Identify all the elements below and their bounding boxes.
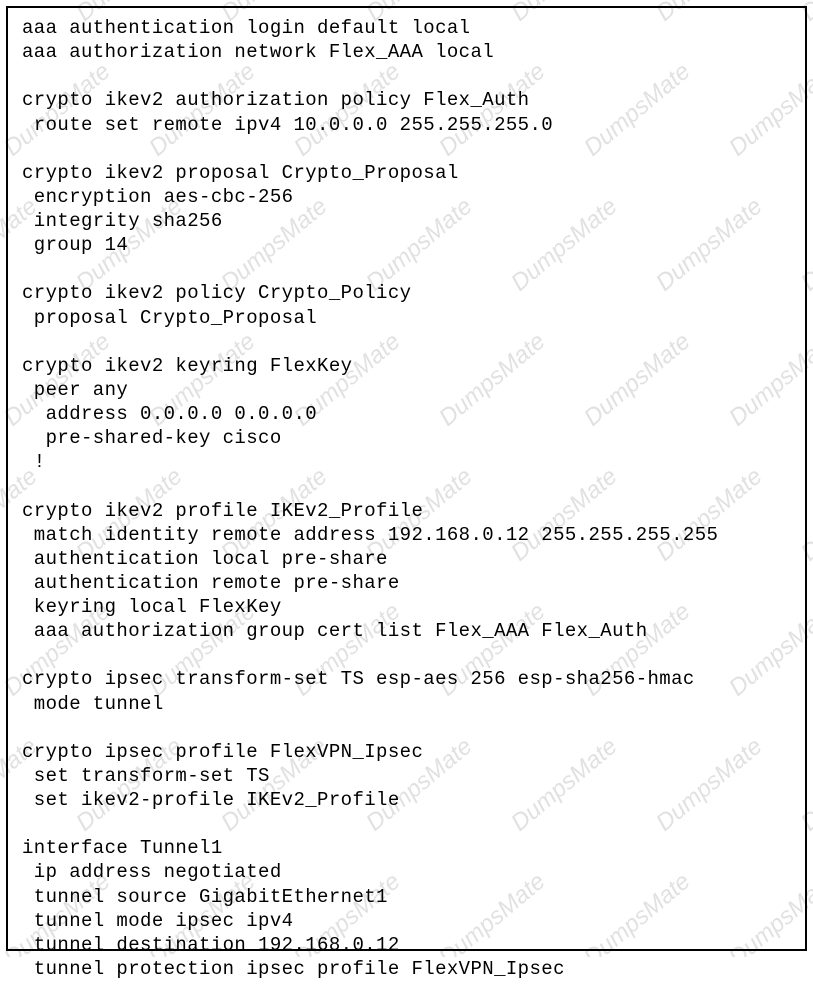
config-line	[22, 716, 791, 740]
config-line: tunnel mode ipsec ipv4	[22, 909, 791, 933]
config-line: tunnel protection ipsec profile FlexVPN_…	[22, 957, 791, 981]
config-line: proposal Crypto_Proposal	[22, 306, 791, 330]
config-line	[22, 474, 791, 498]
config-line	[22, 812, 791, 836]
config-line: route set remote ipv4 10.0.0.0 255.255.2…	[22, 113, 791, 137]
config-content: aaa authentication login default localaa…	[8, 8, 805, 989]
config-line: encryption aes-cbc-256	[22, 185, 791, 209]
config-line: set transform-set TS	[22, 764, 791, 788]
config-line: authentication local pre-share	[22, 547, 791, 571]
config-line	[22, 137, 791, 161]
config-line: crypto ipsec transform-set TS esp-aes 25…	[22, 667, 791, 691]
config-box: aaa authentication login default localaa…	[6, 6, 807, 951]
config-line: tunnel source GigabitEthernet1	[22, 885, 791, 909]
config-line: crypto ikev2 proposal Crypto_Proposal	[22, 161, 791, 185]
config-line: aaa authorization group cert list Flex_A…	[22, 619, 791, 643]
config-line: tunnel destination 192.168.0.12	[22, 933, 791, 957]
config-line: !	[22, 450, 791, 474]
config-line: address 0.0.0.0 0.0.0.0	[22, 402, 791, 426]
config-line: mode tunnel	[22, 692, 791, 716]
config-line: crypto ipsec profile FlexVPN_Ipsec	[22, 740, 791, 764]
config-line: crypto ikev2 policy Crypto_Policy	[22, 281, 791, 305]
config-line: aaa authorization network Flex_AAA local	[22, 40, 791, 64]
config-line: group 14	[22, 233, 791, 257]
config-line: interface Tunnel1	[22, 836, 791, 860]
config-line: ip address negotiated	[22, 860, 791, 884]
config-line: keyring local FlexKey	[22, 595, 791, 619]
config-line	[22, 643, 791, 667]
config-line: aaa authentication login default local	[22, 16, 791, 40]
config-line: peer any	[22, 378, 791, 402]
config-line: set ikev2-profile IKEv2_Profile	[22, 788, 791, 812]
config-line	[22, 330, 791, 354]
config-line: match identity remote address 192.168.0.…	[22, 523, 791, 547]
config-line: authentication remote pre-share	[22, 571, 791, 595]
config-line	[22, 64, 791, 88]
config-line: integrity sha256	[22, 209, 791, 233]
config-line: pre-shared-key cisco	[22, 426, 791, 450]
config-line: crypto ikev2 profile IKEv2_Profile	[22, 499, 791, 523]
config-line	[22, 257, 791, 281]
config-line: crypto ikev2 keyring FlexKey	[22, 354, 791, 378]
config-line: crypto ikev2 authorization policy Flex_A…	[22, 88, 791, 112]
